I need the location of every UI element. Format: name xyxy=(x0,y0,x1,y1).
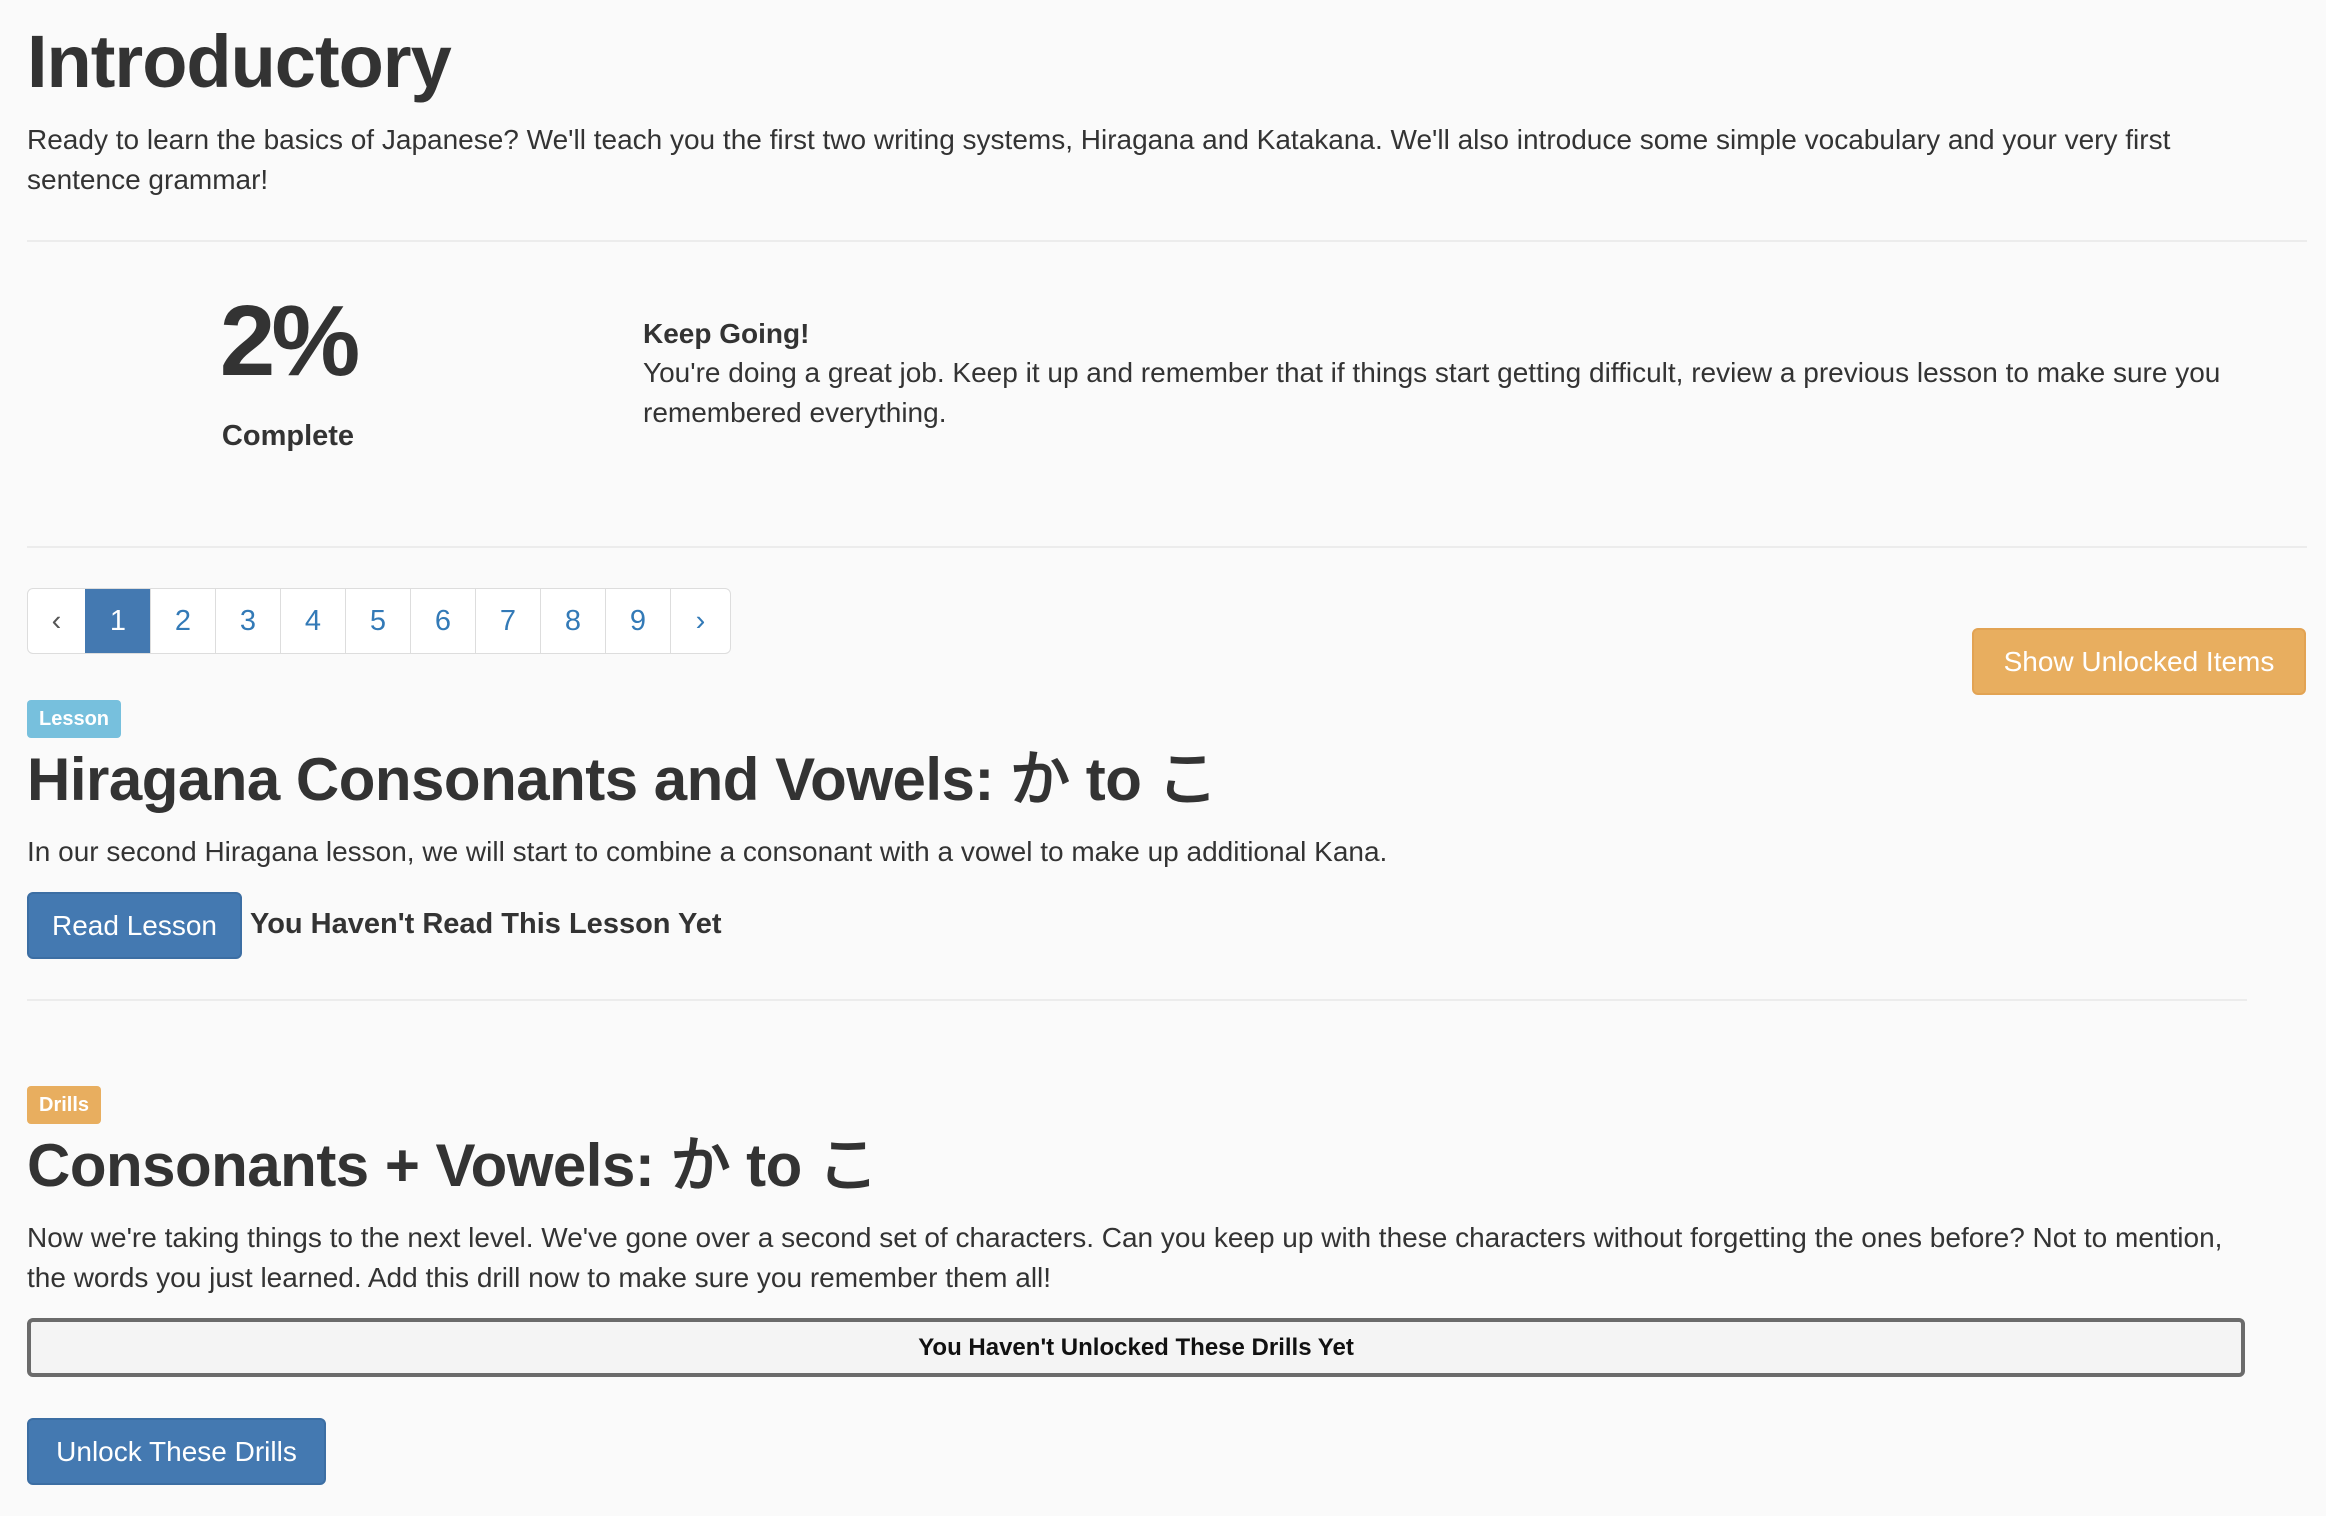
course-intro: Ready to learn the basics of Japanese? W… xyxy=(27,124,2171,195)
divider xyxy=(27,240,2307,242)
pagination-prev[interactable]: ‹ xyxy=(28,589,85,653)
pagination-page-2[interactable]: 2 xyxy=(150,589,215,653)
page-title: Introductory xyxy=(27,20,452,103)
pagination-page-3[interactable]: 3 xyxy=(215,589,280,653)
pagination-page-6[interactable]: 6 xyxy=(410,589,475,653)
drills-title: Consonants + Vowels: か to こ xyxy=(27,1132,878,1199)
pagination-page-9[interactable]: 9 xyxy=(605,589,670,653)
pagination-page-1[interactable]: 1 xyxy=(85,589,150,653)
progress-percent: 2% xyxy=(219,285,361,397)
read-lesson-button[interactable]: Read Lesson xyxy=(27,892,242,959)
show-unlocked-items-button[interactable]: Show Unlocked Items xyxy=(1972,628,2306,695)
drills-locked-notice: You Haven't Unlocked These Drills Yet xyxy=(27,1318,2245,1377)
pagination-page-8[interactable]: 8 xyxy=(540,589,605,653)
divider xyxy=(27,999,2247,1001)
pagination: ‹ 1 2 3 4 5 6 7 8 9 › xyxy=(27,588,731,654)
pagination-page-7[interactable]: 7 xyxy=(475,589,540,653)
pagination-page-4[interactable]: 4 xyxy=(280,589,345,653)
lesson-badge: Lesson xyxy=(27,700,122,738)
drills-badge: Drills xyxy=(27,1086,102,1124)
divider xyxy=(27,546,2307,548)
lesson-title: Hiragana Consonants and Vowels: か to こ xyxy=(27,746,1218,813)
pagination-page-5[interactable]: 5 xyxy=(345,589,410,653)
lesson-status: You Haven't Read This Lesson Yet xyxy=(250,908,722,940)
drills-description: Now we're taking things to the next leve… xyxy=(27,1222,2223,1293)
lesson-description: In our second Hiragana lesson, we will s… xyxy=(27,836,1388,867)
encouragement-text: You're doing a great job. Keep it up and… xyxy=(643,357,2221,428)
unlock-drills-button[interactable]: Unlock These Drills xyxy=(27,1418,326,1485)
progress-complete-label: Complete xyxy=(221,420,355,452)
pagination-next[interactable]: › xyxy=(670,589,730,653)
encouragement-title: Keep Going! xyxy=(643,318,810,349)
